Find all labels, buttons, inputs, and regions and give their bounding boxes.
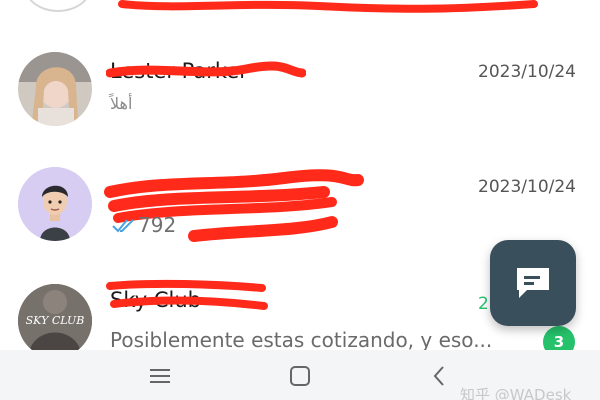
watermark: 知乎 @WADesk	[460, 386, 572, 400]
chat-date: 2023/10/24	[478, 62, 576, 82]
chat-name: Sky Club	[110, 288, 201, 312]
double-check-icon	[112, 219, 134, 233]
top-avatar-edge	[24, 0, 92, 12]
contact-avatar	[18, 167, 92, 241]
home-button[interactable]	[286, 362, 314, 390]
new-chat-button[interactable]	[490, 240, 576, 326]
woman-photo-avatar	[18, 52, 92, 126]
home-square-icon	[290, 366, 310, 386]
avatar-text: SKY CLUB	[25, 314, 85, 327]
chat-preview: أهلاً	[110, 94, 133, 113]
back-chevron-icon	[433, 366, 444, 386]
new-chat-icon	[517, 268, 549, 298]
cartoon-man-avatar	[18, 167, 92, 241]
chat-preview: Posiblemente estas cotizando, y eso...	[110, 328, 493, 352]
menu-icon	[150, 369, 170, 383]
redaction-scribble	[118, 0, 538, 13]
chat-date: 2	[478, 294, 489, 314]
chat-date: 2023/10/24	[478, 177, 576, 197]
menu-button[interactable]	[146, 362, 174, 390]
back-button[interactable]	[426, 362, 454, 390]
chat-preview: 792	[138, 213, 177, 237]
contact-avatar	[18, 52, 92, 126]
chat-list-screen: Lester Parker 2023/10/24 أهلاً 2023/10/2…	[0, 0, 600, 400]
chat-row-lester-parker[interactable]: Lester Parker 2023/10/24 أهلاً	[0, 35, 600, 147]
contact-avatar: SKY CLUB	[18, 284, 92, 358]
chat-name: Lester Parker	[110, 59, 248, 83]
